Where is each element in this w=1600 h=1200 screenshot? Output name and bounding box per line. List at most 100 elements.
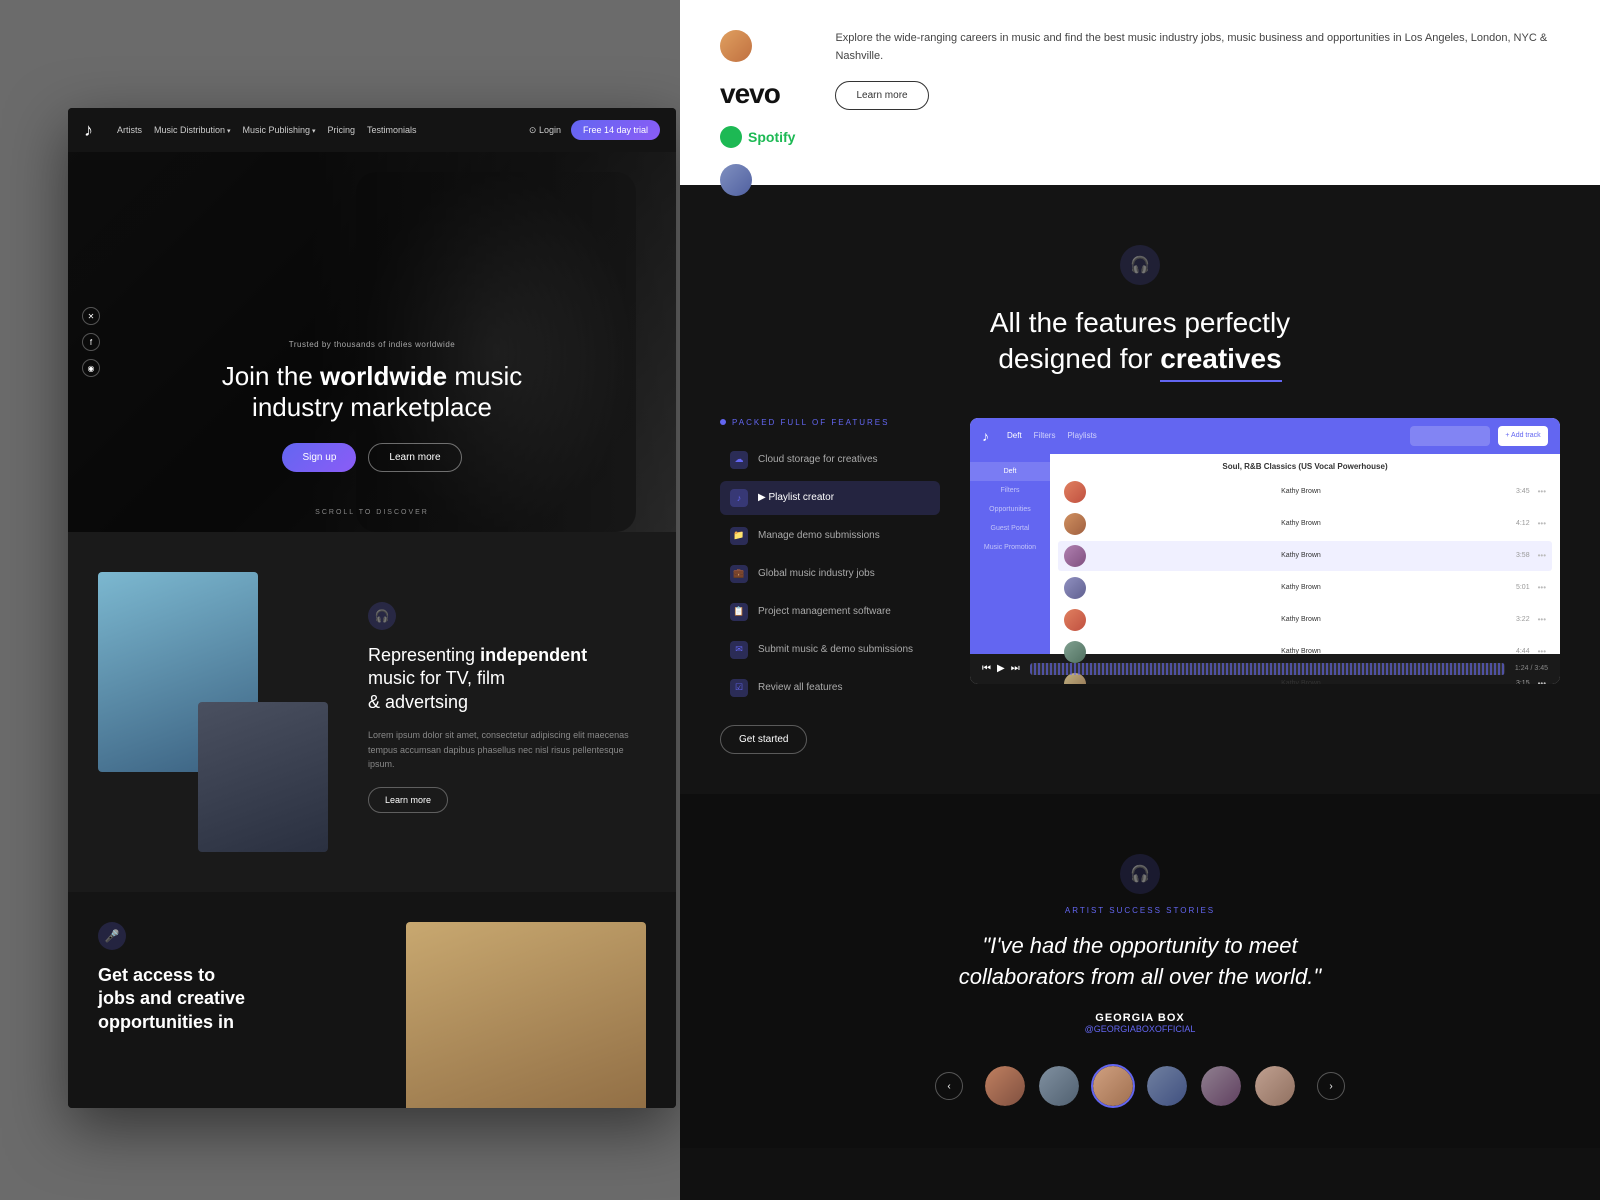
sidebar-deft[interactable]: Deft <box>970 462 1050 481</box>
right-learn-button[interactable]: Learn more <box>835 81 928 110</box>
feature-submit-text: Submit music & demo submissions <box>758 644 913 655</box>
nav-logo: ♪ <box>84 120 93 141</box>
sidebar-filters[interactable]: Filters <box>970 481 1050 500</box>
avatar-image-3 <box>1093 1066 1133 1106</box>
represent-section: 🎧 Representing independentmusic for TV, … <box>68 532 676 892</box>
skip-button[interactable]: ⏭ <box>1011 663 1020 674</box>
track-options-3[interactable]: ••• <box>1538 551 1546 560</box>
feature-playlist[interactable]: ♪ ▶ Playlist creator <box>720 481 940 515</box>
app-action-button[interactable]: + Add track <box>1498 426 1548 446</box>
right-panel: vevo Spotify Explore the wide-ranging ca… <box>680 0 1600 1200</box>
app-sidebar: Deft Filters Opportunities Guest Portal … <box>970 454 1050 654</box>
app-nav-playlists[interactable]: Playlists <box>1067 431 1096 440</box>
next-testimonial[interactable]: › <box>1317 1072 1345 1100</box>
track-options-2[interactable]: ••• <box>1538 519 1546 528</box>
table-row[interactable]: Kathy Brown 3:22 ••• <box>1058 605 1552 635</box>
artist-avatar-3[interactable] <box>1091 1064 1135 1108</box>
author-name: GEORGIA BOX <box>720 1012 1560 1024</box>
spotify-icon <box>720 126 742 148</box>
track-options-6[interactable]: ••• <box>1538 647 1546 656</box>
sidebar-opportunities[interactable]: Opportunities <box>970 500 1050 519</box>
trusted-text: Trusted by thousands of indies worldwide <box>68 340 676 349</box>
nav-artists[interactable]: Artists <box>117 125 142 135</box>
track-avatar-3 <box>1064 545 1086 567</box>
feature-jobs[interactable]: 💼 Global music industry jobs <box>720 557 940 591</box>
artist-avatar-6[interactable] <box>1253 1064 1297 1108</box>
hero-title: Join the worldwide musicindustry marketp… <box>68 361 676 423</box>
table-row[interactable]: Kathy Brown 3:58 ••• <box>1058 541 1552 571</box>
logo-row-2 <box>720 164 752 196</box>
signup-button[interactable]: Sign up <box>282 443 356 472</box>
waveform-display <box>1030 663 1505 675</box>
jobs-photo <box>406 922 646 1108</box>
sidebar-guest[interactable]: Guest Portal <box>970 519 1050 538</box>
artist-avatar-1[interactable] <box>983 1064 1027 1108</box>
track-name-6: Kathy Brown <box>1094 648 1508 655</box>
testimonial-quote: "I've had the opportunity to meet collab… <box>940 931 1340 993</box>
avatar-image-6 <box>1255 1066 1295 1106</box>
login-link[interactable]: ⊙ Login <box>529 125 561 136</box>
get-started-button[interactable]: Get started <box>720 725 807 754</box>
represent-content: 🎧 Representing independentmusic for TV, … <box>368 572 646 813</box>
track-options-1[interactable]: ••• <box>1538 487 1546 496</box>
nav-right: ⊙ Login Free 14 day trial <box>529 120 660 140</box>
player-controls: ⏮ ▶ ⏭ <box>982 663 1020 674</box>
hero-content: Trusted by thousands of indies worldwide… <box>68 340 676 472</box>
hero-learn-button[interactable]: Learn more <box>368 443 461 472</box>
represent-learn-button[interactable]: Learn more <box>368 787 448 813</box>
track-options-7[interactable]: ••• <box>1538 679 1546 684</box>
play-button[interactable]: ⏮ <box>982 663 991 674</box>
app-search[interactable] <box>1410 426 1490 446</box>
features-ui: PACKED FULL OF FEATURES ☁ Cloud storage … <box>720 418 1560 754</box>
review-icon: ☑ <box>730 679 748 697</box>
nav-distribution[interactable]: Music Distribution <box>154 125 231 135</box>
feature-playlist-text: ▶ Playlist creator <box>758 492 834 503</box>
represent-icon: 🎧 <box>368 602 396 630</box>
track-options-4[interactable]: ••• <box>1538 583 1546 592</box>
feature-review[interactable]: ☑ Review all features <box>720 671 940 705</box>
pause-button[interactable]: ▶ <box>997 663 1005 674</box>
app-mockup: ♪ Deft Filters Playlists + Add track Def… <box>970 418 1560 684</box>
trial-button[interactable]: Free 14 day trial <box>571 120 660 140</box>
table-row[interactable]: Kathy Brown 4:12 ••• <box>1058 509 1552 539</box>
nav-publishing[interactable]: Music Publishing <box>243 125 316 135</box>
nav-testimonials[interactable]: Testimonials <box>367 125 417 135</box>
artist-avatar-4[interactable] <box>1145 1064 1189 1108</box>
track-time-5: 3:22 <box>1516 616 1530 623</box>
track-name-4: Kathy Brown <box>1094 584 1508 591</box>
track-time-6: 4:44 <box>1516 648 1530 655</box>
twitter-icon[interactable]: ✕ <box>82 307 100 325</box>
artist-avatar-2[interactable] <box>1037 1064 1081 1108</box>
table-row[interactable]: Kathy Brown 5:01 ••• <box>1058 573 1552 603</box>
feature-jobs-text: Global music industry jobs <box>758 568 875 579</box>
artist-stories-label: ARTIST SUCCESS STORIES <box>720 906 1560 915</box>
prev-testimonial[interactable]: ‹ <box>935 1072 963 1100</box>
app-nav-deft[interactable]: Deft <box>1007 431 1022 440</box>
feature-cloud[interactable]: ☁ Cloud storage for creatives <box>720 443 940 477</box>
represent-description: Lorem ipsum dolor sit amet, consectetur … <box>368 728 646 771</box>
app-main: Soul, R&B Classics (US Vocal Powerhouse)… <box>1050 454 1560 654</box>
avatar-image-1 <box>985 1066 1025 1106</box>
feature-submit[interactable]: ✉ Submit music & demo submissions <box>720 633 940 667</box>
table-row[interactable]: Kathy Brown 3:45 ••• <box>1058 477 1552 507</box>
demo-icon: 📁 <box>730 527 748 545</box>
track-avatar-5 <box>1064 609 1086 631</box>
feature-demos[interactable]: 📁 Manage demo submissions <box>720 519 940 553</box>
sidebar-music[interactable]: Music Promotion <box>970 538 1050 557</box>
right-description: Explore the wide-ranging careers in musi… <box>835 30 1560 65</box>
features-icon: 🎧 <box>1120 245 1160 285</box>
track-name-1: Kathy Brown <box>1094 488 1508 495</box>
app-nav-filters[interactable]: Filters <box>1034 431 1056 440</box>
feature-project[interactable]: 📋 Project management software <box>720 595 940 629</box>
packed-label: PACKED FULL OF FEATURES <box>720 418 940 427</box>
nav-pricing[interactable]: Pricing <box>328 125 356 135</box>
app-header: ♪ Deft Filters Playlists + Add track <box>970 418 1560 454</box>
feature-cloud-text: Cloud storage for creatives <box>758 454 878 465</box>
feature-project-text: Project management software <box>758 606 891 617</box>
feature-demos-text: Manage demo submissions <box>758 530 880 541</box>
avatar-partner-1 <box>720 30 752 62</box>
artist-avatar-5[interactable] <box>1199 1064 1243 1108</box>
track-options-5[interactable]: ••• <box>1538 615 1546 624</box>
hero-section: ✕ f ◉ Trusted by thousands of indies wor… <box>68 152 676 532</box>
photo-collage <box>98 572 338 852</box>
